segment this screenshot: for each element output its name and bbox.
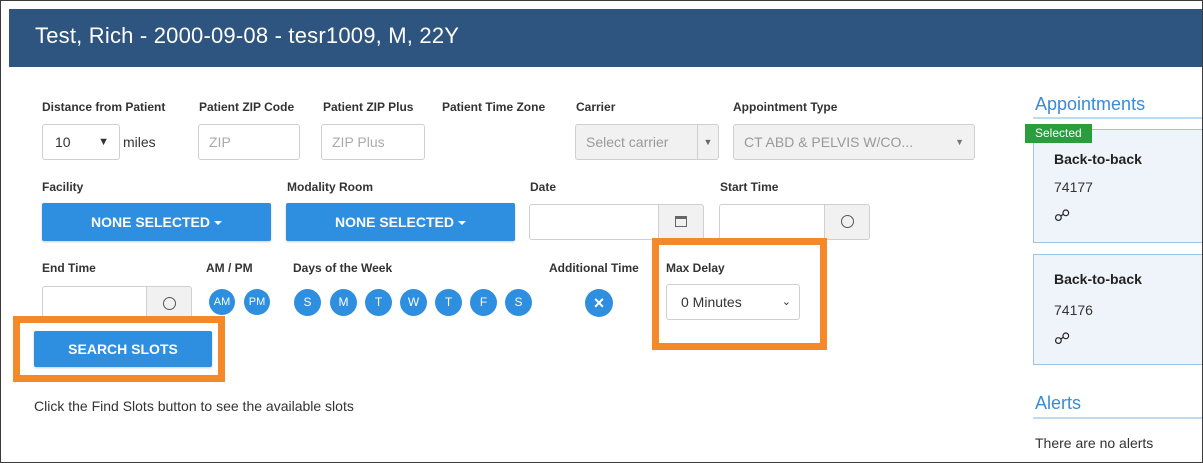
- selected-badge: Selected: [1025, 124, 1092, 143]
- alerts-text: There are no alerts: [1035, 435, 1154, 451]
- days-label: Days of the Week: [293, 261, 393, 275]
- modality-dropdown[interactable]: NONE SELECTED: [286, 203, 515, 241]
- distance-value: 10: [55, 134, 71, 150]
- calendar-icon: [675, 216, 687, 227]
- card-title: Back-to-back: [1054, 271, 1142, 287]
- clock-icon: [163, 297, 176, 310]
- alerts-title: Alerts: [1035, 393, 1082, 413]
- facility-label: Facility: [42, 180, 84, 194]
- carrier-label: Carrier: [576, 100, 616, 114]
- date-label: Date: [530, 180, 557, 194]
- day-toggle-monday[interactable]: M: [330, 289, 357, 316]
- ampm-label: AM / PM: [206, 261, 253, 275]
- distance-label: Distance from Patient: [42, 100, 166, 114]
- caret-down-icon: [458, 221, 466, 226]
- zip-label: Patient ZIP Code: [199, 100, 295, 114]
- facility-value: NONE SELECTED: [90, 214, 210, 230]
- zip-plus-input[interactable]: ZIP Plus: [321, 124, 425, 160]
- appointment-card[interactable]: Selected Back-to-back 74177 ☍: [1025, 124, 1202, 243]
- day-toggle-sunday[interactable]: S: [294, 289, 321, 316]
- appointment-type-label: Appointment Type: [733, 100, 838, 114]
- additional-time-button[interactable]: ×: [585, 289, 613, 317]
- patient-title: Test, Rich - 2000-09-08 - tesr1009, M, 2…: [35, 23, 460, 48]
- modality-label: Modality Room: [287, 180, 373, 194]
- patient-header: Test, Rich - 2000-09-08 - tesr1009, M, 2…: [9, 9, 1202, 67]
- appointments-divider: [1033, 117, 1202, 119]
- day-toggle-thursday[interactable]: T: [435, 289, 462, 316]
- chevron-down-icon: ▼: [955, 137, 964, 147]
- calendar-button[interactable]: [658, 204, 704, 240]
- date-input[interactable]: [529, 204, 659, 240]
- highlight-max-delay: [652, 238, 827, 350]
- additional-time-label: Additional Time: [549, 261, 639, 275]
- start-time-input[interactable]: [719, 204, 825, 240]
- hint-text: Click the Find Slots button to see the a…: [34, 398, 354, 414]
- zip-plus-label: Patient ZIP Plus: [323, 100, 414, 114]
- start-time-clock-button[interactable]: [824, 204, 870, 240]
- link-icon: ☍: [1054, 208, 1071, 225]
- end-time-label: End Time: [42, 261, 96, 275]
- highlight-search-button: [13, 316, 225, 382]
- link-icon: ☍: [1054, 331, 1071, 348]
- day-toggle-saturday[interactable]: S: [505, 289, 532, 316]
- day-toggle-wednesday[interactable]: W: [400, 289, 427, 316]
- card-title: Back-to-back: [1054, 151, 1142, 167]
- card-code: 74176: [1054, 302, 1093, 318]
- appointments-title: Appointments: [1035, 94, 1146, 114]
- pm-toggle[interactable]: PM: [244, 289, 270, 315]
- carrier-placeholder: Select carrier: [586, 134, 669, 150]
- modality-value: NONE SELECTED: [334, 214, 454, 230]
- zip-input[interactable]: ZIP: [198, 124, 300, 160]
- card-code: 74177: [1054, 179, 1093, 195]
- distance-unit: miles: [123, 134, 156, 150]
- chevron-down-icon: ▼: [697, 125, 718, 159]
- clock-icon: [841, 215, 854, 228]
- appointment-type-select[interactable]: CT ABD & PELVIS W/CO... ▼: [733, 124, 975, 160]
- app-frame: Test, Rich - 2000-09-08 - tesr1009, M, 2…: [0, 0, 1203, 463]
- carrier-select[interactable]: Select carrier ▼: [575, 124, 719, 160]
- caret-down-icon: [214, 221, 222, 226]
- appointment-type-value: CT ABD & PELVIS W/CO...: [744, 134, 914, 150]
- am-toggle[interactable]: AM: [209, 289, 235, 315]
- distance-select[interactable]: 10 ▼: [42, 124, 120, 160]
- facility-dropdown[interactable]: NONE SELECTED: [42, 203, 271, 241]
- timezone-label: Patient Time Zone: [442, 100, 546, 114]
- day-toggle-tuesday[interactable]: T: [365, 289, 392, 316]
- day-toggle-friday[interactable]: F: [470, 289, 497, 316]
- appointment-card[interactable]: Back-to-back 74176 ☍: [1033, 254, 1202, 365]
- start-time-label: Start Time: [720, 180, 779, 194]
- alerts-divider: [1033, 417, 1202, 419]
- chevron-down-icon: ▼: [98, 136, 109, 148]
